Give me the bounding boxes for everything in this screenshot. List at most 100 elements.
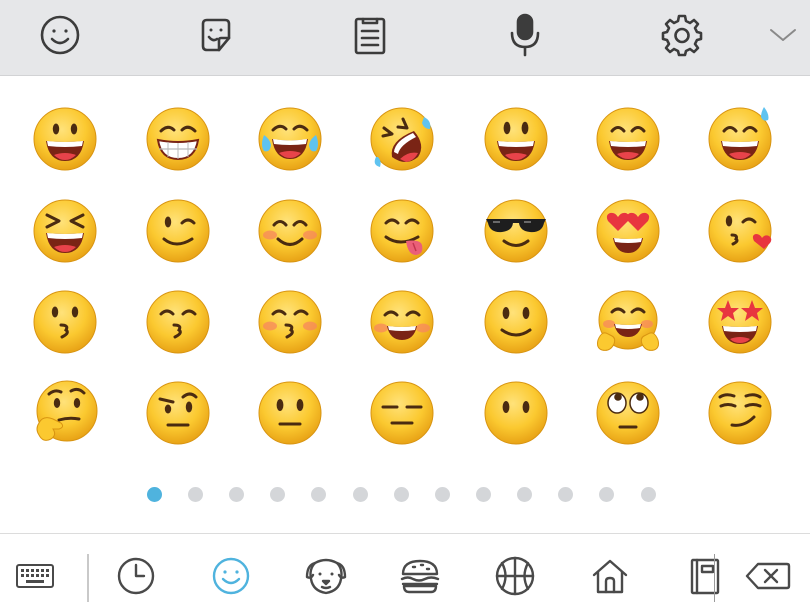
emoji-beaming-face[interactable]	[138, 99, 218, 179]
category-food[interactable]	[392, 552, 448, 600]
category-places[interactable]	[582, 552, 638, 600]
sticker-icon	[201, 18, 231, 52]
category-animals[interactable]	[298, 552, 354, 600]
clipboard-button[interactable]	[342, 10, 398, 60]
page-dot-2[interactable]	[188, 487, 203, 502]
emoji-page-indicator	[0, 487, 810, 503]
emoji-category-bar	[0, 533, 810, 614]
page-dot-1[interactable]	[147, 487, 162, 502]
emoji-winking-face[interactable]	[138, 191, 218, 271]
page-dot-6[interactable]	[353, 487, 368, 502]
emoji-face-without-mouth[interactable]	[476, 373, 556, 453]
emoji-face-with-raised-eyebrow[interactable]	[138, 373, 218, 453]
category-objects[interactable]	[676, 552, 732, 600]
category-recent[interactable]	[108, 552, 164, 600]
emoji-squinting-face[interactable]	[25, 191, 105, 271]
objects-notebook-icon	[690, 558, 720, 595]
emoji-mode-button[interactable]	[32, 10, 88, 60]
grinning-face-icon	[33, 107, 97, 171]
emoji-grinning-face[interactable]	[25, 99, 105, 179]
thinking-face-icon	[36, 380, 98, 442]
kissing-closed-eyes-icon	[258, 290, 322, 354]
rofl-icon	[370, 107, 434, 171]
places-house-icon	[592, 559, 628, 594]
emoji-grinning-face-with-sweat[interactable]	[700, 99, 780, 179]
emoji-thinking-face[interactable]	[25, 373, 105, 453]
recent-clock-icon	[117, 557, 155, 595]
backspace-button[interactable]	[740, 552, 796, 600]
settings-button[interactable]	[654, 10, 710, 60]
page-dot-10[interactable]	[517, 487, 532, 502]
squinting-face-icon	[33, 199, 97, 263]
microphone-icon	[510, 13, 540, 57]
page-dot-5[interactable]	[311, 487, 326, 502]
smileys-category-icon	[212, 557, 250, 595]
page-dot-8[interactable]	[435, 487, 450, 502]
emoji-face-blowing-a-kiss[interactable]	[700, 191, 780, 271]
neutral-face-icon	[258, 381, 322, 445]
smiling-eyes-blush-icon	[258, 199, 322, 263]
emoji-smiling-face-with-sunglasses[interactable]	[476, 191, 556, 271]
emoji-smiling-face-smiling-eyes[interactable]	[250, 191, 330, 271]
emoji-face-with-rolling-eyes[interactable]	[588, 373, 668, 453]
rolling-eyes-icon	[596, 381, 660, 445]
emoji-face-savoring-food[interactable]	[362, 191, 442, 271]
category-divider	[714, 554, 715, 602]
emoji-kissing-face-smiling-eyes[interactable]	[138, 282, 218, 362]
keyboard-switch-button[interactable]	[7, 552, 63, 600]
grinning-smiling-eyes-icon	[596, 107, 660, 171]
backspace-icon	[745, 562, 791, 590]
emoji-grid	[0, 77, 810, 532]
kissing-smiling-eyes-icon	[146, 290, 210, 354]
expressionless-face-icon	[370, 381, 434, 445]
emoji-slightly-smiling-face[interactable]	[476, 282, 556, 362]
hugging-face-icon	[597, 290, 659, 351]
smiling-face-icon	[370, 290, 434, 354]
gear-icon	[661, 14, 703, 57]
sunglasses-face-icon	[484, 199, 548, 263]
slightly-smiling-icon	[484, 290, 548, 354]
page-dot-4[interactable]	[270, 487, 285, 502]
emoji-rolling-on-floor-laughing[interactable]	[362, 99, 442, 179]
page-dot-11[interactable]	[558, 487, 573, 502]
emoji-expressionless-face[interactable]	[362, 373, 442, 453]
emoji-grinning-face-smiling-eyes[interactable]	[588, 99, 668, 179]
voice-input-button[interactable]	[497, 10, 553, 60]
winking-face-icon	[146, 199, 210, 263]
sticker-button[interactable]	[188, 10, 244, 60]
category-smileys[interactable]	[203, 552, 259, 600]
face-without-mouth-icon	[484, 381, 548, 445]
page-dot-7[interactable]	[394, 487, 409, 502]
food-burger-icon	[400, 559, 440, 594]
emoji-hugging-face[interactable]	[588, 282, 668, 362]
blowing-kiss-icon	[708, 199, 772, 263]
emoji-smiling-face-with-heart-eyes[interactable]	[588, 191, 668, 271]
collapse-button[interactable]	[755, 10, 810, 60]
star-struck-icon	[708, 290, 772, 354]
clipboard-icon	[354, 17, 386, 55]
emoji-star-struck[interactable]	[700, 282, 780, 362]
page-dot-13[interactable]	[641, 487, 656, 502]
emoji-kissing-face-closed-eyes[interactable]	[250, 282, 330, 362]
tears-of-joy-icon	[258, 107, 322, 171]
beaming-face-icon	[146, 107, 210, 171]
page-dot-3[interactable]	[229, 487, 244, 502]
activity-basketball-icon	[495, 556, 535, 596]
keyboard-top-toolbar	[0, 0, 810, 76]
smiley-icon	[40, 15, 80, 55]
chevron-down-icon	[770, 29, 796, 41]
category-activity[interactable]	[487, 552, 543, 600]
emoji-smirking-face[interactable]	[700, 373, 780, 453]
animals-dog-icon	[305, 558, 347, 595]
grinning-big-eyes-icon	[484, 107, 548, 171]
emoji-smiling-face[interactable]	[362, 282, 442, 362]
emoji-face-with-tears-of-joy[interactable]	[250, 99, 330, 179]
category-divider	[87, 554, 89, 602]
emoji-grinning-face-big-eyes[interactable]	[476, 99, 556, 179]
emoji-neutral-face[interactable]	[250, 373, 330, 453]
emoji-kissing-face[interactable]	[25, 282, 105, 362]
raised-eyebrow-icon	[146, 381, 210, 445]
page-dot-9[interactable]	[476, 487, 491, 502]
smirking-face-icon	[708, 381, 772, 445]
page-dot-12[interactable]	[599, 487, 614, 502]
